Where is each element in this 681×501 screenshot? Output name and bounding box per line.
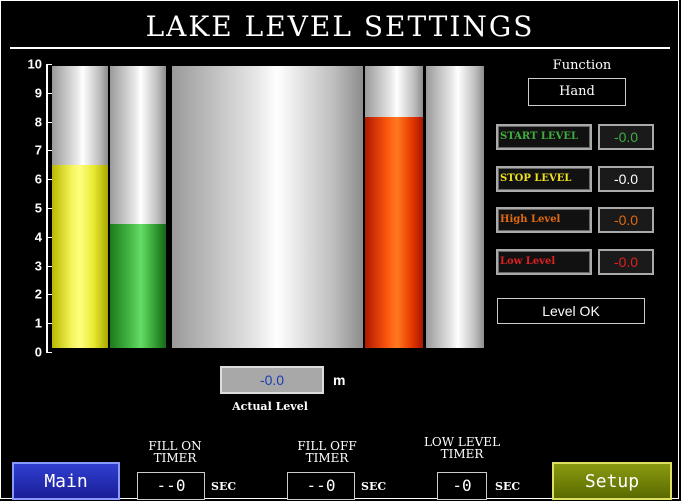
scale-tick-label: 2 <box>34 286 42 302</box>
function-label: Function <box>552 58 612 73</box>
level-scale: 10 9 8 7 6 5 4 3 2 1 0 <box>20 56 52 360</box>
high-level-button[interactable]: High Level <box>496 207 592 233</box>
high-level-value[interactable]: -0.0 <box>598 207 654 233</box>
fill-off-timer-label-line2: TIMER <box>305 451 349 465</box>
scale-tick-label: 9 <box>34 85 42 101</box>
scale-tick-mark <box>46 352 52 353</box>
fill-off-timer-input[interactable]: --0 <box>287 472 355 500</box>
fill-on-timer-label-line2: TIMER <box>153 451 197 465</box>
red-level-fill <box>365 116 423 348</box>
level-status: Level OK <box>497 298 645 324</box>
actual-level-value: -0.0 <box>220 366 324 394</box>
scale-tick-label: 10 <box>27 56 42 72</box>
fill-off-timer-unit: SEC <box>361 480 387 493</box>
setup-button[interactable]: Setup <box>552 462 672 500</box>
scale-tick-label: 3 <box>34 258 42 274</box>
scale-tick-label: 5 <box>34 200 42 216</box>
page-title: LAKE LEVEL SETTINGS <box>145 10 535 43</box>
start-level-button[interactable]: START LEVEL <box>496 124 592 150</box>
red-level-tube <box>365 66 423 348</box>
scale-tick-label: 4 <box>34 229 42 245</box>
low-level-timer-unit: SEC <box>495 480 521 493</box>
low-level-timer-label-line2: TIMER <box>440 447 484 461</box>
main-button[interactable]: Main <box>12 462 120 500</box>
fill-off-timer-label: FILL OFF TIMER <box>272 440 382 464</box>
low-level-value[interactable]: -0.0 <box>598 249 654 275</box>
fill-on-timer-input[interactable]: --0 <box>137 472 205 500</box>
scale-tick-label: 1 <box>34 315 42 331</box>
low-level-button[interactable]: Low Level <box>496 249 592 275</box>
green-level-tube <box>110 66 166 348</box>
lake-level-tube <box>172 66 363 348</box>
empty-level-tube <box>426 66 484 348</box>
title-bar: LAKE LEVEL SETTINGS <box>10 10 670 49</box>
scale-tick-label: 7 <box>34 142 42 158</box>
function-selector[interactable]: Hand <box>528 78 626 106</box>
actual-level-label: Actual Level <box>232 400 308 413</box>
yellow-level-fill <box>52 164 108 348</box>
scale-tick-label: 6 <box>34 171 42 187</box>
stop-level-button[interactable]: STOP LEVEL <box>496 166 592 192</box>
start-level-value[interactable]: -0.0 <box>598 124 654 150</box>
fill-on-timer-label: FILL ON TIMER <box>120 440 230 464</box>
low-level-timer-label: LOW LEVEL TIMER <box>407 436 517 460</box>
stop-level-value[interactable]: -0.0 <box>598 166 654 192</box>
fill-on-timer-unit: SEC <box>211 480 237 493</box>
actual-level-unit: m <box>333 372 346 388</box>
scale-tick-mark <box>46 64 52 65</box>
green-level-fill <box>110 223 166 348</box>
scale-tick-label: 0 <box>34 344 42 360</box>
scale-tick-label: 8 <box>34 114 42 130</box>
yellow-level-tube <box>52 66 108 348</box>
low-level-timer-input[interactable]: -0 <box>437 472 487 500</box>
